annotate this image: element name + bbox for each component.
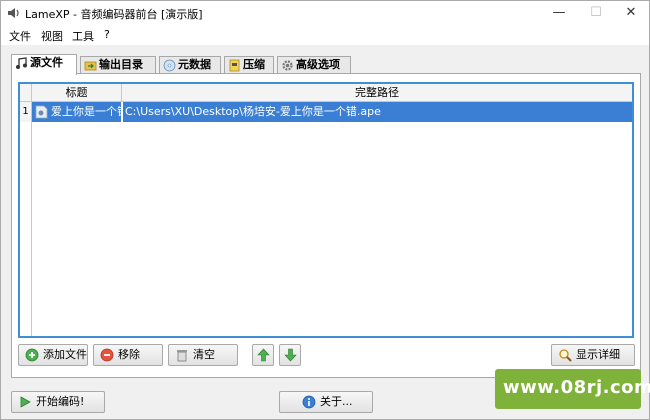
tab-label: 源文件 (30, 56, 63, 69)
arrow-up-icon (257, 348, 270, 362)
menu-view[interactable]: 视图 (41, 28, 63, 44)
table-header: 标题 完整路径 (20, 84, 632, 102)
clear-button[interactable]: 清空 (168, 344, 238, 366)
tab-label: 元数据 (178, 58, 211, 71)
remove-icon (100, 348, 114, 362)
tab-label: 输出目录 (99, 58, 143, 71)
column-header-title[interactable]: 标题 (32, 84, 122, 102)
column-header-full-path[interactable]: 完整路径 (122, 84, 632, 102)
tab-advanced-options[interactable]: 高级选项 (277, 56, 351, 74)
file-table[interactable]: 标题 完整路径 1 爱上你是一个错 C:\Users\XU\Desktop\杨培… (18, 82, 634, 338)
site-watermark: www.08rj.com (495, 369, 650, 409)
source-files-panel: 标题 完整路径 1 爱上你是一个错 C:\Users\XU\Desktop\杨培… (11, 73, 641, 378)
tab-label: 压缩 (243, 58, 265, 71)
button-label: 开始编码! (36, 395, 85, 408)
remove-button[interactable]: 移除 (93, 344, 163, 366)
tab-label: 高级选项 (296, 58, 340, 71)
tab-metadata[interactable]: 元数据 (159, 56, 221, 74)
start-encoding-button[interactable]: 开始编码! (11, 391, 105, 413)
folder-arrow-icon (84, 61, 97, 71)
play-icon (20, 396, 31, 408)
move-up-button[interactable] (252, 344, 274, 366)
tab-source-files[interactable]: 源文件 (11, 54, 77, 75)
row-title-cell: 爱上你是一个错 (32, 102, 122, 122)
compress-icon (229, 59, 240, 72)
add-icon (25, 348, 39, 362)
close-button[interactable]: ✕ (613, 1, 649, 25)
speaker-icon (8, 8, 19, 18)
menu-bar: 文件 视图 工具 ? (1, 25, 649, 45)
button-label: 添加文件 (43, 348, 87, 361)
about-button[interactable]: 关于... (279, 391, 373, 413)
trash-icon (177, 350, 187, 362)
disc-icon (163, 59, 176, 72)
tab-output-dir[interactable]: 输出目录 (80, 56, 156, 74)
watermark-text: www.08rj.com (503, 377, 650, 398)
row-number: 1 (20, 102, 32, 122)
button-label: 关于... (320, 395, 353, 408)
audio-file-icon (35, 105, 48, 119)
app-window: LameXP - 音频编码器前台 [演示版] — ☐ ✕ 文件 视图 工具 ? … (0, 0, 650, 420)
info-icon (302, 395, 316, 409)
magnifier-icon (559, 349, 572, 362)
row-header-column (20, 122, 32, 336)
row-path-cell: C:\Users\XU\Desktop\杨培安-爱上你是一个错.ape (123, 102, 632, 122)
button-label: 清空 (193, 348, 215, 361)
music-note-icon (16, 57, 27, 69)
window-title: LameXP - 音频编码器前台 [演示版] (25, 8, 203, 21)
add-files-button[interactable]: 添加文件 (18, 344, 88, 366)
menu-tools[interactable]: 工具 (72, 28, 94, 44)
header-corner (20, 84, 32, 102)
row-title-text: 爱上你是一个错 (51, 105, 122, 118)
move-down-button[interactable] (279, 344, 301, 366)
gear-icon (282, 60, 293, 71)
show-details-button[interactable]: 显示详细 (551, 344, 635, 366)
button-label: 显示详细 (576, 348, 620, 361)
table-row[interactable]: 1 爱上你是一个错 C:\Users\XU\Desktop\杨培安-爱上你是一个… (20, 102, 632, 122)
maximize-button[interactable]: ☐ (578, 1, 614, 25)
tab-compression[interactable]: 压缩 (224, 56, 274, 74)
menu-help[interactable]: ? (104, 28, 110, 41)
minimize-button[interactable]: — (541, 1, 577, 25)
button-label: 移除 (118, 348, 140, 361)
arrow-down-icon (284, 348, 297, 362)
menu-file[interactable]: 文件 (9, 28, 31, 44)
title-bar: LameXP - 音频编码器前台 [演示版] — ☐ ✕ (1, 1, 649, 25)
